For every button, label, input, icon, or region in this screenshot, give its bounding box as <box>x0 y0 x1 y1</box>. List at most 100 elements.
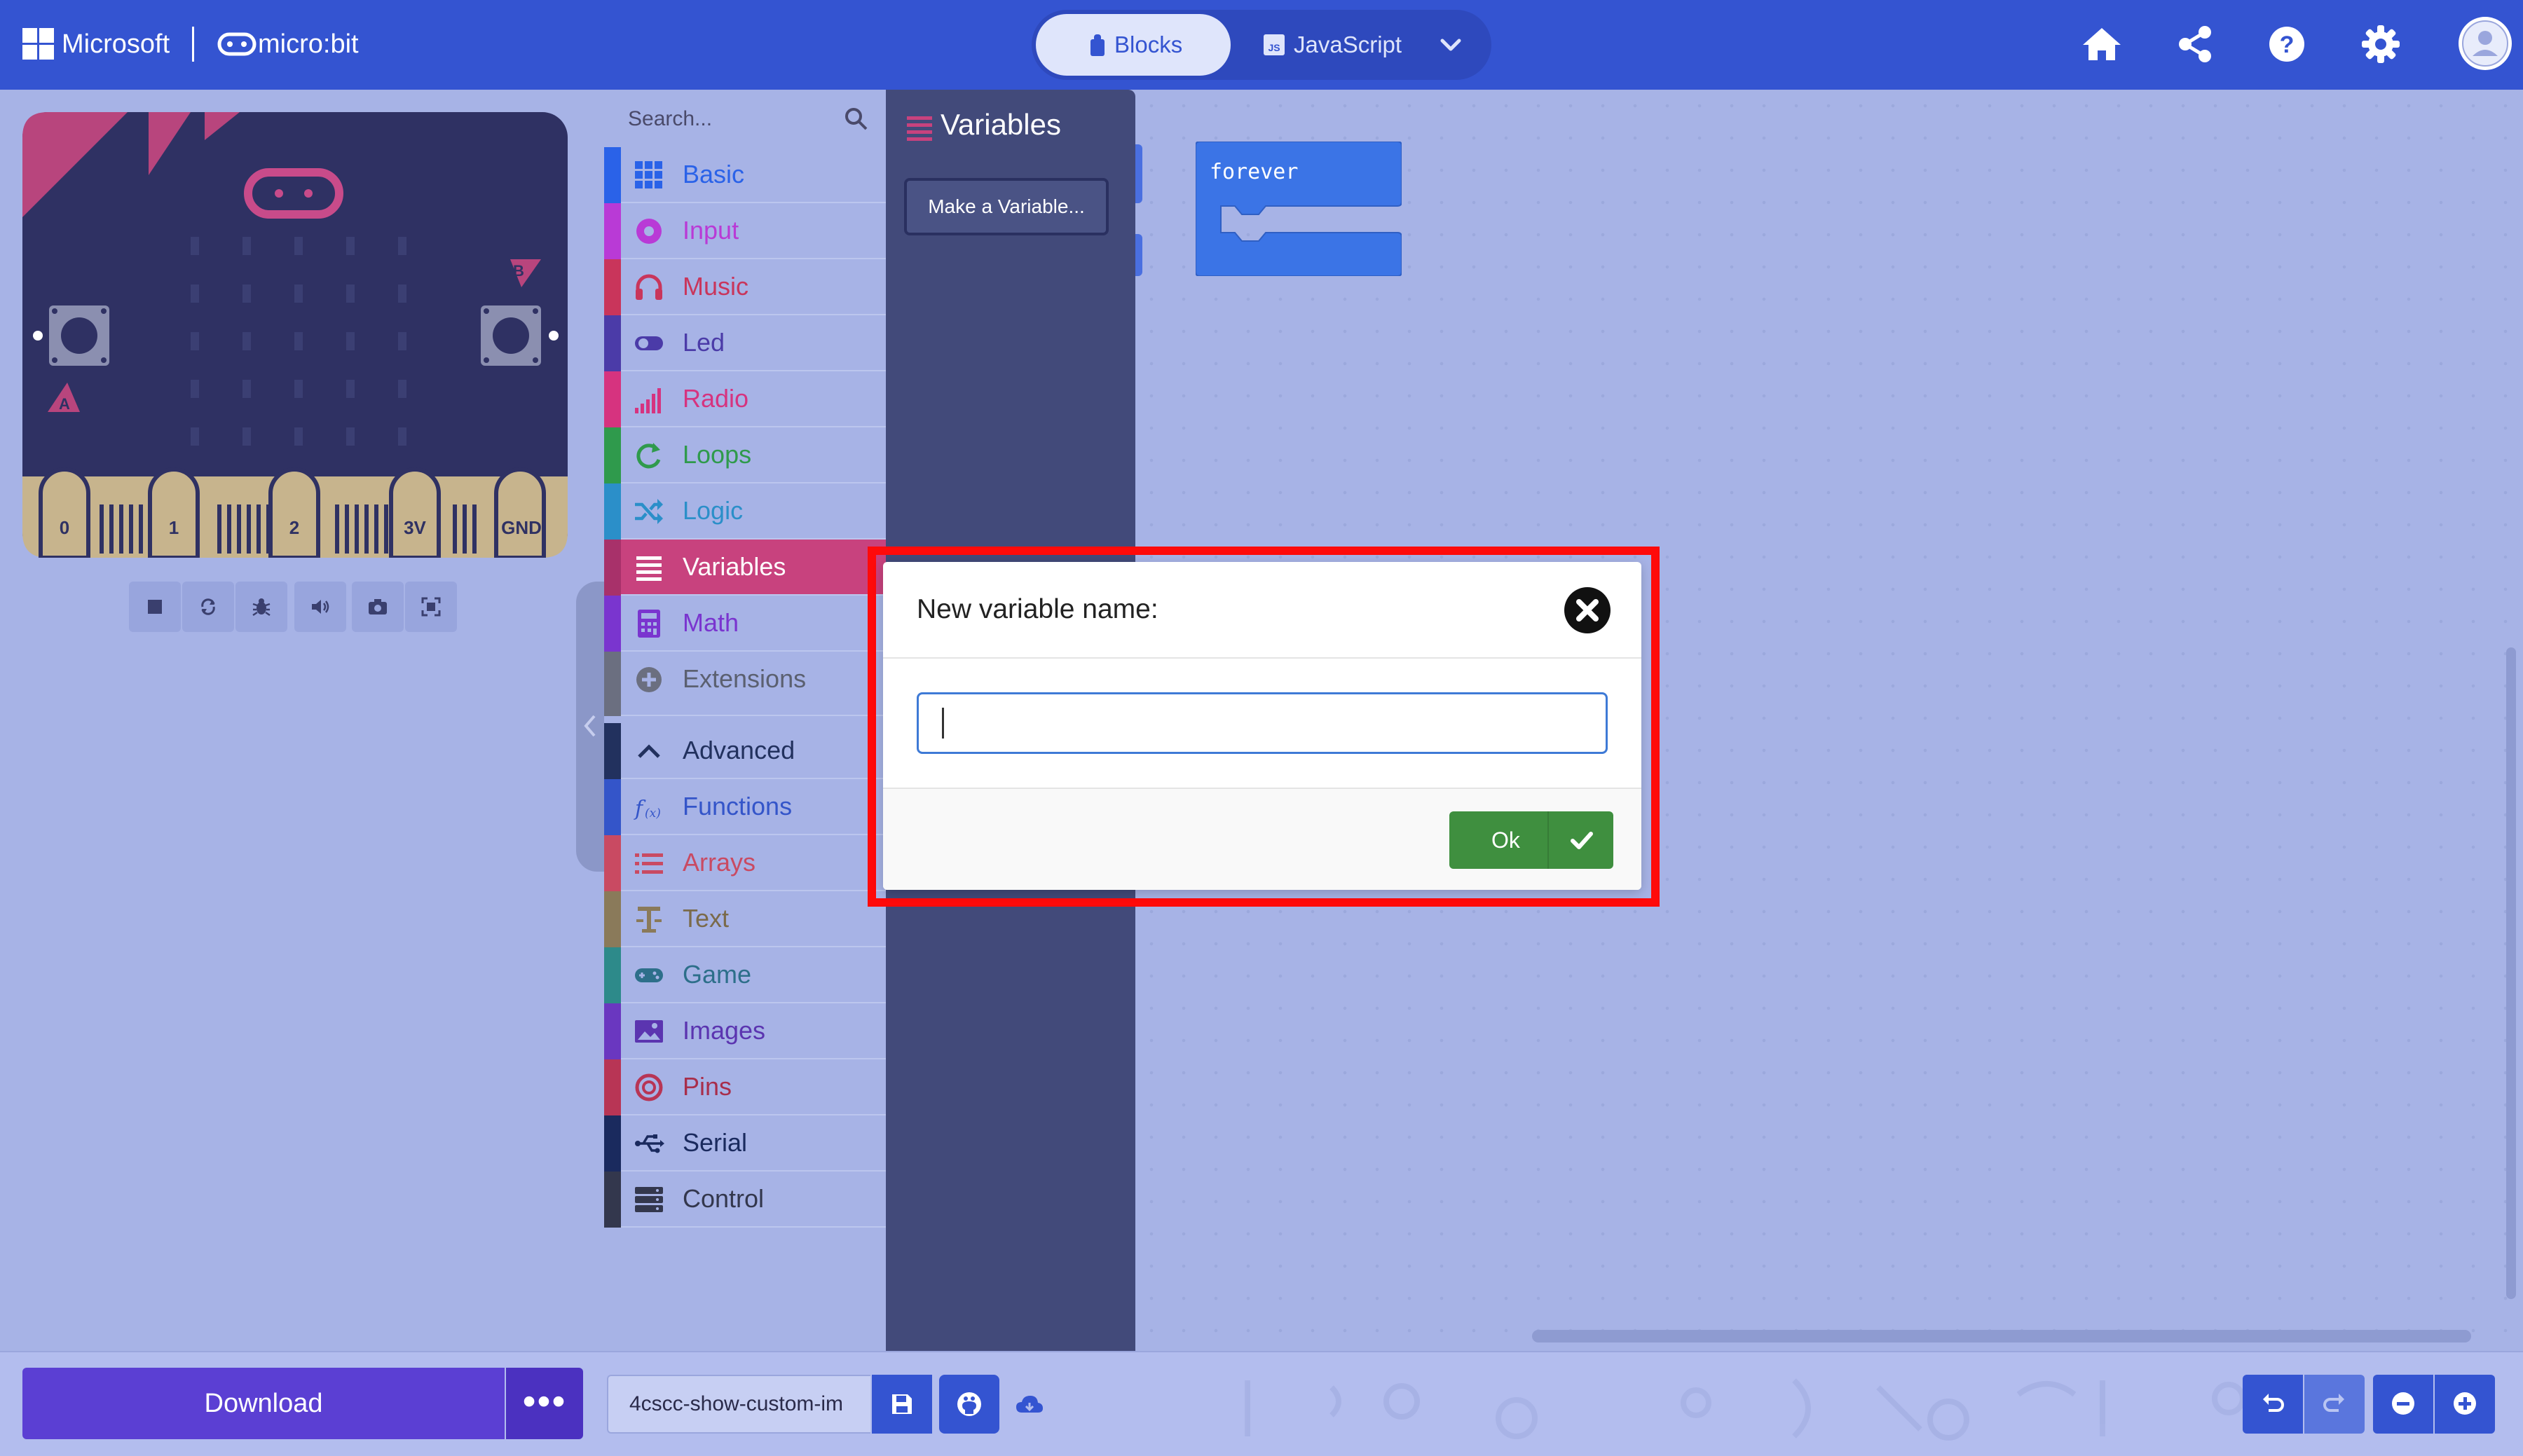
category-radio[interactable]: Radio <box>604 371 886 427</box>
category-led[interactable]: Led <box>604 315 886 371</box>
microbit-simulator[interactable]: 0 1 2 3V GND A B <box>22 112 568 558</box>
settings-icon[interactable] <box>2358 21 2404 67</box>
zoom-out-icon <box>2392 1392 2414 1415</box>
tab-javascript[interactable]: JS JavaScript <box>1247 14 1423 76</box>
ok-button[interactable]: Ok <box>1449 811 1613 869</box>
toolbox-search[interactable]: Search... <box>604 92 886 146</box>
calculator-icon <box>634 608 664 639</box>
zoom-out-button[interactable] <box>2373 1375 2433 1434</box>
category-serial[interactable]: Serial <box>604 1115 886 1172</box>
save-button[interactable] <box>872 1375 932 1434</box>
svg-text:2: 2 <box>289 517 299 538</box>
redo-button[interactable] <box>2304 1375 2365 1434</box>
help-icon[interactable]: ? <box>2264 21 2310 67</box>
headphones-icon <box>634 272 664 303</box>
tab-blocks[interactable]: Blocks <box>1036 14 1231 76</box>
svg-text:?: ? <box>2280 32 2295 58</box>
category-loops[interactable]: Loops <box>604 427 886 483</box>
home-icon[interactable] <box>2079 21 2125 67</box>
advanced-toggle[interactable]: Advanced <box>604 723 886 779</box>
zoom-in-button[interactable] <box>2435 1375 2495 1434</box>
chevron-left-icon <box>584 715 596 737</box>
fullscreen-button[interactable] <box>405 582 457 632</box>
function-icon: f (x) <box>634 792 664 823</box>
variable-name-input[interactable] <box>917 692 1608 754</box>
more-icon: ••• <box>522 1380 567 1422</box>
search-input[interactable]: Search... <box>628 105 712 133</box>
redo-icon <box>2323 1394 2344 1412</box>
svg-text:0: 0 <box>60 517 69 538</box>
undo-button[interactable] <box>2243 1375 2303 1434</box>
screenshot-icon <box>369 599 387 614</box>
category-label: Input <box>683 216 739 245</box>
project-name-input[interactable] <box>607 1375 870 1434</box>
category-game[interactable]: Game <box>604 947 886 1003</box>
category-images[interactable]: Images <box>604 1003 886 1059</box>
dialog-title: New variable name: <box>917 594 1158 624</box>
category-label: Functions <box>683 792 793 820</box>
button-a[interactable] <box>49 305 109 366</box>
new-variable-dialog: New variable name: Ok <box>883 562 1641 890</box>
avatar[interactable] <box>2457 15 2513 71</box>
search-icon[interactable] <box>842 105 869 132</box>
sound-icon <box>312 600 329 614</box>
close-icon[interactable] <box>1563 586 1612 635</box>
zoom-in-icon <box>2454 1392 2476 1415</box>
category-label: Led <box>683 328 725 357</box>
collapse-simulator-button[interactable] <box>576 582 604 872</box>
button-b[interactable] <box>481 305 541 366</box>
category-label: Music <box>683 272 749 301</box>
gamepad-icon <box>634 960 664 991</box>
plus-circle-icon <box>634 664 664 695</box>
category-pins[interactable]: Pins <box>604 1059 886 1115</box>
debug-button[interactable] <box>235 582 287 632</box>
svg-text:(x): (x) <box>645 806 661 820</box>
ok-button-label: Ok <box>1491 827 1520 853</box>
variables-icon <box>905 114 934 142</box>
chevron-down-icon[interactable] <box>1433 27 1469 63</box>
vertical-scrollbar[interactable] <box>2506 647 2516 1299</box>
input-icon <box>634 216 664 247</box>
stop-button[interactable] <box>129 582 181 632</box>
svg-text:1: 1 <box>169 517 179 538</box>
screenshot-button[interactable] <box>352 582 404 632</box>
category-math[interactable]: Math <box>604 596 886 652</box>
category-label: Advanced <box>683 736 795 764</box>
category-input[interactable]: Input <box>604 203 886 259</box>
category-arrays[interactable]: Arrays <box>604 835 886 891</box>
brand-label: Microsoft <box>62 29 170 59</box>
category-extensions[interactable]: Extensions <box>604 652 886 716</box>
download-more-button[interactable]: ••• <box>506 1368 583 1439</box>
forever-block-label: forever <box>1210 160 1299 184</box>
grid-icon <box>634 160 664 191</box>
svg-text:B: B <box>513 262 524 280</box>
restart-icon <box>201 598 215 615</box>
image-icon <box>634 1016 664 1047</box>
category-label: Game <box>683 960 752 989</box>
category-variables[interactable]: Variables <box>604 540 886 596</box>
cloud-icon <box>1013 1389 1046 1421</box>
ok-button-divider <box>1547 811 1549 869</box>
share-icon[interactable] <box>2173 21 2219 67</box>
dialog-divider <box>883 657 1641 659</box>
svg-text:JS: JS <box>1268 42 1280 53</box>
category-label: Images <box>683 1016 766 1045</box>
sound-button[interactable] <box>294 582 346 632</box>
github-button[interactable] <box>939 1375 999 1434</box>
restart-button[interactable] <box>182 582 234 632</box>
list-icon <box>634 848 664 879</box>
horizontal-scrollbar[interactable] <box>1532 1330 2471 1342</box>
category-control[interactable]: Control <box>604 1172 886 1228</box>
make-variable-button[interactable]: Make a Variable... <box>904 178 1109 235</box>
download-button[interactable]: Download <box>22 1368 505 1439</box>
flyout-title: Variables <box>941 108 1061 141</box>
category-music[interactable]: Music <box>604 259 886 315</box>
category-logic[interactable]: Logic <box>604 483 886 540</box>
download-label: Download <box>204 1389 323 1418</box>
puzzle-icon <box>1088 32 1107 57</box>
category-text[interactable]: Text <box>604 891 886 947</box>
category-functions[interactable]: f (x) Functions <box>604 779 886 835</box>
category-basic[interactable]: Basic <box>604 147 886 203</box>
signal-bars-icon <box>634 384 664 415</box>
category-label: Logic <box>683 496 744 525</box>
